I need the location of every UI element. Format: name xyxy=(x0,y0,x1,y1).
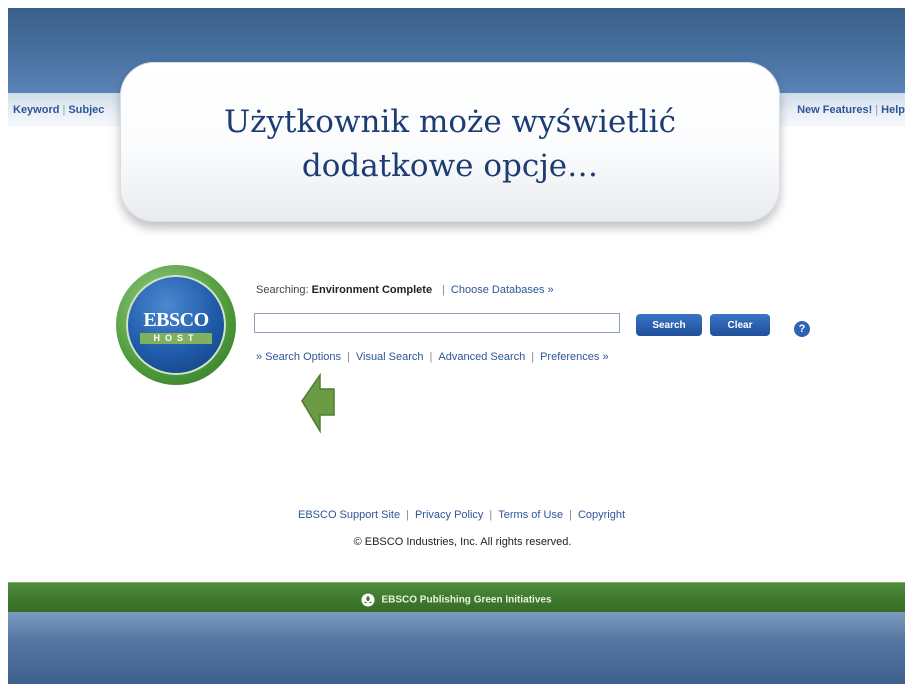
footer-links: EBSCO Support Site | Privacy Policy | Terms … xyxy=(8,509,905,521)
left-arrow-icon xyxy=(301,373,335,434)
visual-search-link[interactable]: Visual Search xyxy=(356,351,424,363)
callout-line-1: Użytkownik może wyświetlić xyxy=(224,104,676,140)
logo-inner-circle: EBSCO HOST xyxy=(126,275,226,375)
ebsco-host-logo: EBSCO HOST xyxy=(116,265,236,385)
separator: | xyxy=(406,509,409,521)
nav-new-features-link[interactable]: New Features! xyxy=(797,104,872,116)
nav-right: New Features! | Help xyxy=(797,104,905,116)
separator: | xyxy=(489,509,493,521)
logo-host-strip: HOST xyxy=(140,333,212,344)
search-button[interactable]: Search xyxy=(636,314,702,336)
nav-help-link[interactable]: Help xyxy=(881,104,905,116)
nav-keyword-link[interactable]: Keyword xyxy=(13,104,59,116)
callout-text: Użytkownik może wyświetlić dodatkowe opc… xyxy=(120,62,780,188)
copyright-link[interactable]: Copyright xyxy=(578,509,625,521)
database-name: Environment Complete xyxy=(311,284,433,296)
preferences-link[interactable]: Preferences » xyxy=(540,351,608,363)
searching-label: Searching: xyxy=(256,284,309,296)
green-initiatives-link[interactable]: EBSCO Publishing Green Initiatives xyxy=(8,591,905,609)
footer-band xyxy=(8,612,905,684)
separator: | xyxy=(531,351,535,363)
arrow-shape xyxy=(301,373,335,434)
callout-bubble: Użytkownik może wyświetlić dodatkowe opc… xyxy=(120,62,780,222)
searching-line: Searching: Environment Complete | Choose D… xyxy=(256,284,554,296)
search-options-link[interactable]: » Search Options xyxy=(256,351,341,363)
callout-line-2: dodatkowe opcje… xyxy=(301,148,599,184)
nav-subject-link[interactable]: Subjec xyxy=(68,104,104,116)
separator: | xyxy=(569,509,572,521)
slide-frame: Keyword | Subjec New Features! | Help Użytko… xyxy=(8,8,905,684)
terms-of-use-link[interactable]: Terms of Use xyxy=(498,509,563,521)
choose-databases-link[interactable]: Choose Databases » xyxy=(451,284,554,296)
nav-separator: | xyxy=(875,104,879,116)
search-options-row: » Search Options | Visual Search | Advanced … xyxy=(256,351,609,363)
support-site-link[interactable]: EBSCO Support Site xyxy=(298,509,400,521)
separator: | xyxy=(347,351,350,363)
nav-separator: | xyxy=(62,104,66,116)
green-initiatives-label: EBSCO Publishing Green Initiatives xyxy=(381,594,552,606)
copyright-text: © EBSCO Industries, Inc. All rights rese… xyxy=(353,536,572,548)
logo-word: EBSCO xyxy=(143,309,209,331)
nav-left: Keyword | Subjec xyxy=(13,104,104,116)
clear-button[interactable]: Clear xyxy=(710,314,770,336)
separator: | xyxy=(442,284,445,296)
privacy-policy-link[interactable]: Privacy Policy xyxy=(415,509,483,521)
search-input[interactable] xyxy=(254,313,620,333)
advanced-search-link[interactable]: Advanced Search xyxy=(438,351,525,363)
separator: | xyxy=(429,351,433,363)
help-icon[interactable]: ? xyxy=(794,321,810,337)
recycle-icon xyxy=(361,593,375,607)
